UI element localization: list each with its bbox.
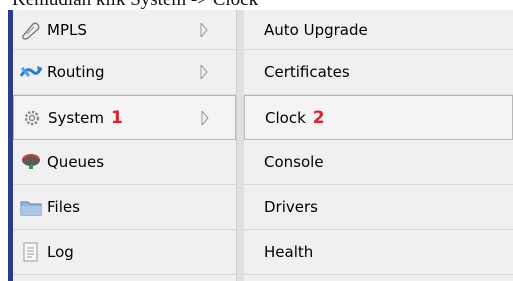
submenu-arrow-icon bbox=[200, 64, 208, 80]
submenu-item-label: Health bbox=[264, 243, 314, 261]
menu-item-files[interactable]: Files bbox=[13, 185, 236, 230]
submenu-item-health[interactable]: Health bbox=[244, 230, 513, 275]
menu-item-queues[interactable]: Queues bbox=[13, 140, 236, 185]
system-gear-icon bbox=[20, 108, 44, 128]
mpls-icon bbox=[19, 20, 43, 40]
submenu-item-label: Auto Upgrade bbox=[264, 20, 368, 39]
submenu-item-drivers[interactable]: Drivers bbox=[244, 185, 513, 230]
log-icon bbox=[19, 242, 43, 262]
menu-item-label: MPLS bbox=[47, 20, 87, 39]
main-menu: MPLS Routing System 1 Queues Files Log bbox=[13, 10, 236, 281]
submenu-item-label: Console bbox=[264, 153, 324, 171]
menu-item-routing[interactable]: Routing bbox=[13, 50, 236, 95]
page-caption: Kemudian klik System -> Clock bbox=[12, 0, 258, 10]
menu-item-mpls[interactable]: MPLS bbox=[13, 10, 236, 50]
menu-item-label: Routing bbox=[47, 63, 105, 81]
menu-item-label: Queues bbox=[47, 153, 105, 171]
submenu-item-certificates[interactable]: Certificates bbox=[244, 50, 513, 95]
submenu-arrow-icon bbox=[201, 110, 209, 126]
system-submenu: Auto Upgrade Certificates Clock 2 Consol… bbox=[244, 10, 513, 281]
menu-item-label: System bbox=[48, 108, 104, 127]
menu-item-label: Files bbox=[47, 198, 80, 216]
submenu-item-label: Clock bbox=[265, 108, 306, 127]
submenu-item-auto-upgrade[interactable]: Auto Upgrade bbox=[244, 10, 513, 50]
queues-icon bbox=[19, 152, 43, 172]
menu-item-system[interactable]: System 1 bbox=[13, 95, 236, 140]
submenu-item-label: Drivers bbox=[264, 198, 318, 216]
submenu-item-label: Certificates bbox=[264, 63, 350, 81]
menu-divider bbox=[236, 10, 244, 281]
submenu-arrow-icon bbox=[200, 22, 208, 38]
annotation-badge: 2 bbox=[312, 107, 325, 128]
folder-icon bbox=[19, 197, 43, 217]
submenu-item-clock[interactable]: Clock 2 bbox=[244, 95, 513, 140]
annotation-badge: 1 bbox=[110, 107, 123, 128]
menu-item-label: Log bbox=[47, 243, 74, 261]
menu-item-log[interactable]: Log bbox=[13, 230, 236, 275]
submenu-item-console[interactable]: Console bbox=[244, 140, 513, 185]
routing-icon bbox=[19, 62, 43, 82]
